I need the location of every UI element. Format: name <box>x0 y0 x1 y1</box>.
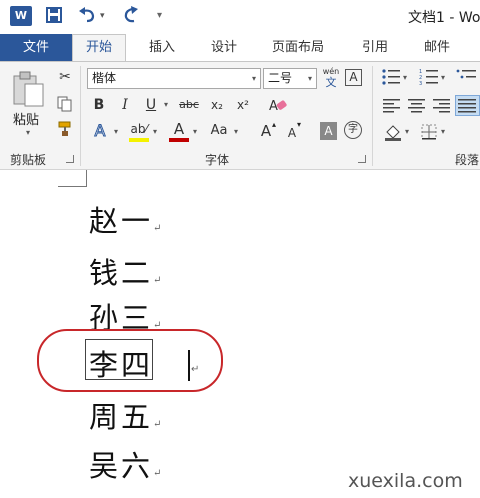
bullets-icon[interactable] <box>381 68 403 86</box>
paragraph-mark-icon: ↵ <box>153 468 165 479</box>
tab-layout[interactable]: 页面布局 <box>272 34 324 61</box>
font-color-bar <box>169 138 189 142</box>
svg-text:A: A <box>269 99 278 114</box>
underline-button[interactable]: U <box>142 96 160 114</box>
enclose-characters-button[interactable]: 字 <box>344 121 362 139</box>
bold-button[interactable]: B <box>90 96 108 114</box>
tab-insert[interactable]: 插入 <box>149 34 175 61</box>
superscript-button[interactable]: x² <box>233 96 253 114</box>
line-text: 周五 <box>89 400 154 434</box>
line-text: 赵一 <box>89 204 154 238</box>
tab-mailings[interactable]: 邮件 <box>424 34 450 61</box>
font-dialog-launcher[interactable] <box>358 155 366 163</box>
format-painter-icon[interactable] <box>57 121 73 141</box>
paragraph-mark-icon: ↵ <box>153 419 165 430</box>
font-size-dropdown-icon[interactable]: ▾ <box>308 69 312 88</box>
align-center-icon[interactable] <box>406 96 428 114</box>
document-line-6[interactable]: 吴六↵ <box>89 443 164 485</box>
grow-font-arrow-icon: ▴ <box>272 120 277 129</box>
word-logo-icon: W <box>10 6 32 26</box>
text-effects-dropdown-icon[interactable]: ▾ <box>114 127 118 136</box>
watermark: xuexila.com <box>348 470 463 492</box>
document-line-5[interactable]: 周五↵ <box>89 394 164 436</box>
numbering-dropdown-icon[interactable]: ▾ <box>441 73 445 82</box>
grow-font-button[interactable]: A <box>259 122 273 140</box>
shrink-font-arrow-icon: ▾ <box>297 120 302 129</box>
font-color-button[interactable]: A <box>169 120 189 138</box>
align-right-icon[interactable] <box>431 96 453 114</box>
paste-dropdown-icon[interactable]: ▾ <box>26 128 30 137</box>
customize-qat-icon[interactable]: ▾ <box>157 6 162 26</box>
paste-button[interactable] <box>12 70 46 112</box>
multilevel-list-icon[interactable] <box>456 68 478 86</box>
clipboard-dialog-launcher[interactable] <box>66 155 74 163</box>
phonetic-guide-button[interactable]: wén 文 <box>320 66 342 88</box>
page-margin-corner-mark <box>86 170 87 187</box>
redo-icon[interactable] <box>122 6 142 26</box>
borders-icon[interactable] <box>420 123 438 145</box>
borders-dropdown-icon[interactable]: ▾ <box>441 127 445 136</box>
document-line-2[interactable]: 钱二↵ <box>89 250 164 292</box>
shading-dropdown-icon[interactable]: ▾ <box>405 127 409 136</box>
font-group-label: 字体 <box>205 153 230 167</box>
character-shading-button[interactable]: A <box>320 122 337 140</box>
copy-icon[interactable] <box>57 96 73 116</box>
document-title: 文档1 - Wo <box>408 10 480 26</box>
italic-button[interactable]: I <box>116 96 134 114</box>
paragraph-mark-icon: ↵ <box>153 223 165 234</box>
phonetic-guide-bottom: 文 <box>325 76 337 89</box>
change-case-button[interactable]: Aa <box>206 122 232 140</box>
line-text: 钱二 <box>89 256 154 290</box>
font-size-combo[interactable]: 二号 ▾ <box>263 68 317 89</box>
tab-references[interactable]: 引用 <box>362 34 388 61</box>
align-left-icon[interactable] <box>381 96 403 114</box>
font-size-value: 二号 <box>268 71 293 85</box>
annotation-ellipse <box>37 329 223 392</box>
save-icon[interactable] <box>45 6 63 26</box>
strikethrough-button[interactable]: abc <box>176 96 202 114</box>
character-border-button[interactable]: A <box>345 69 362 86</box>
cut-icon[interactable]: ✂ <box>56 68 74 86</box>
change-case-dropdown-icon[interactable]: ▾ <box>234 127 238 136</box>
tab-design[interactable]: 设计 <box>211 34 237 61</box>
group-separator <box>372 66 373 166</box>
numbering-icon[interactable]: 123 <box>419 68 441 87</box>
clipboard-group-label: 剪贴板 <box>10 153 47 167</box>
justify-icon[interactable] <box>455 95 480 116</box>
tab-file[interactable]: 文件 <box>0 34 72 61</box>
line-text: 吴六 <box>89 449 154 483</box>
paste-icon <box>13 71 44 107</box>
font-name-combo[interactable]: 楷体 ▾ <box>87 68 261 89</box>
paragraph-group-label: 段落 <box>455 153 480 167</box>
clear-formatting-icon[interactable]: A <box>268 96 288 118</box>
document-line-1[interactable]: 赵一↵ <box>89 198 164 240</box>
subscript-button[interactable]: x₂ <box>207 96 227 114</box>
font-name-dropdown-icon[interactable]: ▾ <box>252 69 256 88</box>
svg-text:3: 3 <box>419 81 422 86</box>
page-margin-corner-mark <box>58 186 86 187</box>
paragraph-mark-icon: ↵ <box>153 275 165 286</box>
font-color-dropdown-icon[interactable]: ▾ <box>193 127 197 136</box>
paste-label: 粘贴 <box>13 113 40 128</box>
undo-icon[interactable] <box>78 6 98 26</box>
bullets-dropdown-icon[interactable]: ▾ <box>403 73 407 82</box>
shading-icon[interactable] <box>383 122 403 146</box>
group-separator <box>80 66 81 166</box>
highlight-dropdown-icon[interactable]: ▾ <box>153 127 157 136</box>
font-name-value: 楷体 <box>92 71 117 85</box>
undo-dropdown-icon[interactable]: ▾ <box>100 6 105 26</box>
highlight-button[interactable]: ab⁄ <box>128 120 150 138</box>
tab-home[interactable]: 开始 <box>72 34 126 62</box>
underline-dropdown-icon[interactable]: ▾ <box>164 100 168 109</box>
highlight-color-bar <box>129 138 149 142</box>
text-effects-button[interactable]: A <box>91 121 109 140</box>
